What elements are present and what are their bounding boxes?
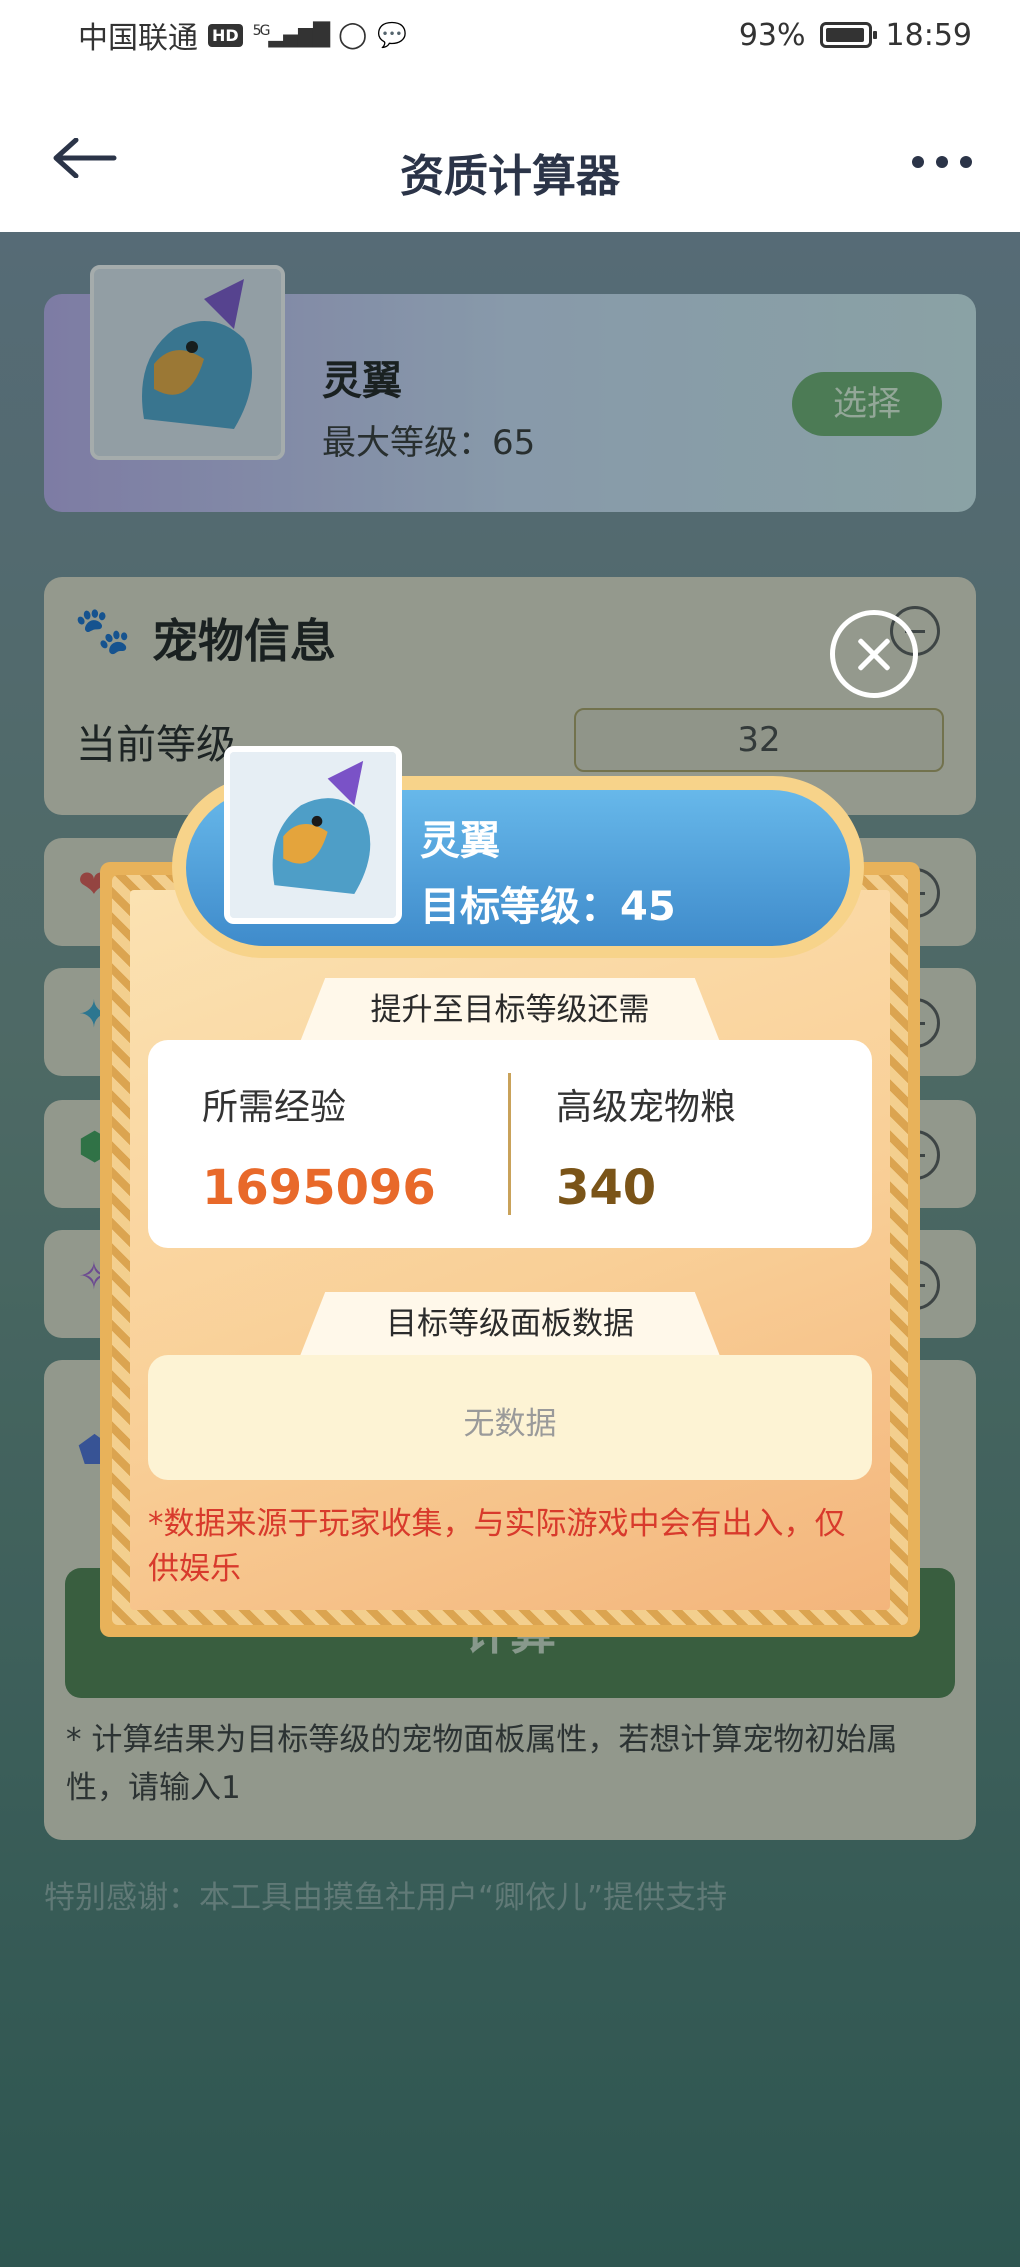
exp-value: 1695096 (202, 1160, 436, 1216)
modal-pet-thumbnail (224, 746, 402, 924)
carrier-label: 中国联通 (78, 21, 198, 56)
section-tab-requirements: 提升至目标等级还需 (300, 978, 720, 1042)
page-title: 资质计算器 (400, 151, 620, 202)
section-tab-panel-data: 目标等级面板数据 (300, 1292, 720, 1356)
divider (508, 1073, 511, 1215)
hd-badge: HD (208, 23, 243, 47)
signal-icon: 5G▂▄▆█ (252, 22, 330, 48)
sync-icon: ◯ (338, 20, 368, 50)
close-icon[interactable] (830, 610, 918, 698)
no-data-text: 无数据 (463, 1406, 557, 1442)
status-bar: 中国联通 HD 5G▂▄▆█ ◯ 💬 93% 18:59 (0, 0, 1020, 70)
clock: 18:59 (885, 17, 972, 53)
food-value: 340 (556, 1160, 657, 1216)
more-options-icon[interactable] (912, 156, 972, 168)
disclaimer-text: *数据来源于玩家收集，与实际游戏中会有出入，仅供娱乐 (148, 1506, 846, 1587)
wechat-icon: 💬 (377, 21, 408, 49)
food-label: 高级宠物粮 (556, 1087, 737, 1128)
app-header: 资质计算器 (0, 70, 1020, 232)
modal-pet-name: 灵翼 (420, 818, 500, 864)
battery-icon (819, 22, 877, 48)
modal-target-level: 目标等级：45 (420, 884, 676, 930)
exp-label: 所需经验 (202, 1087, 347, 1128)
battery-percent: 93% (738, 17, 806, 53)
